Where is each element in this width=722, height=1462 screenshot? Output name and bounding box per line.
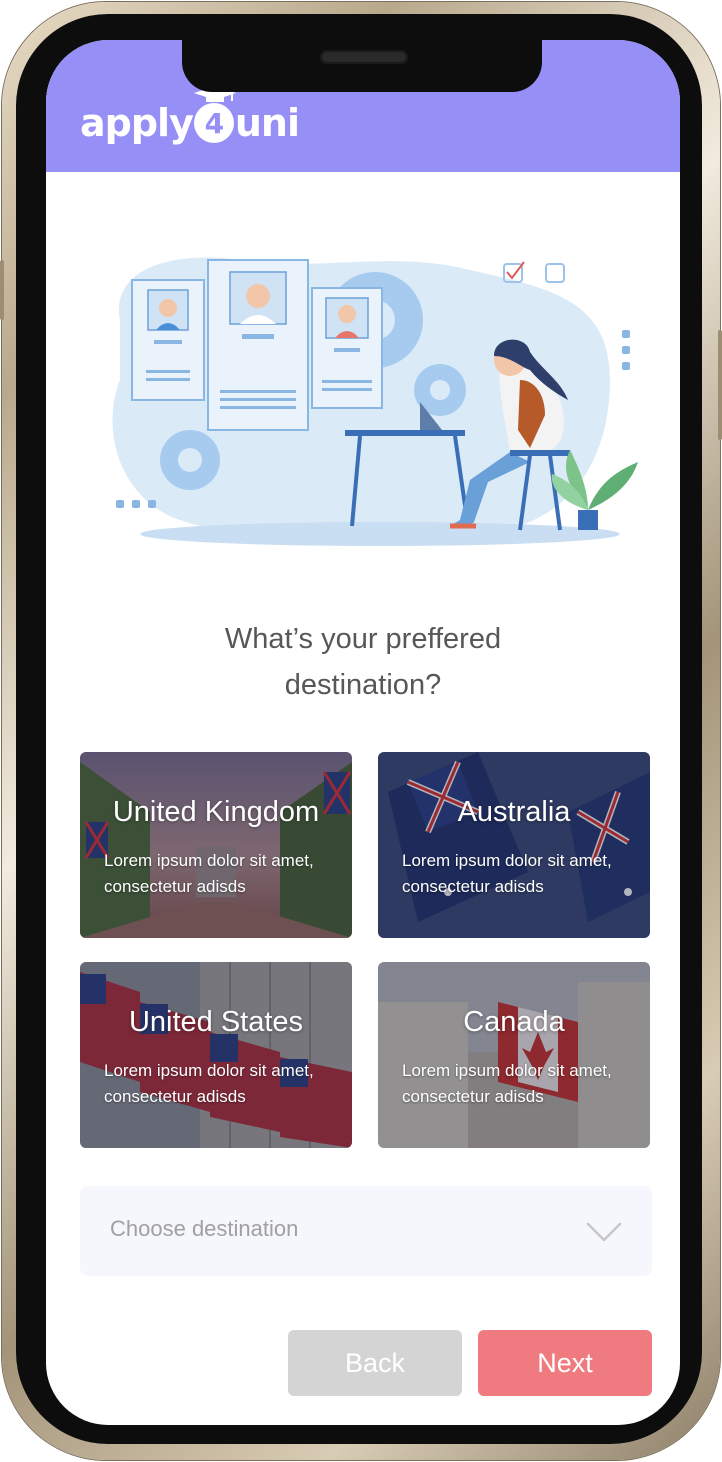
logo-text-apply: apply [80,101,194,145]
card-overlay [378,962,650,1148]
card-title: United States [128,1006,304,1038]
card-overlay [80,752,352,938]
destination-card-united-kingdom[interactable]: United Kingdom Lorem ipsum dolor sit ame… [80,752,352,938]
destination-card-canada[interactable]: Canada Lorem ipsum dolor sit amet, conse… [378,962,650,1148]
card-description: Lorem ipsum dolor sit amet, consectetur … [104,1061,314,1106]
card-title: Australia [457,796,571,828]
card-description: Lorem ipsum dolor sit amet, consectetur … [402,1061,612,1106]
back-button[interactable]: Back [288,1330,462,1396]
chevron-down-icon [586,1222,622,1242]
question-line-1: What’s your preffered [224,623,502,655]
phone-side-button [0,260,4,320]
question-line-2: destination? [284,669,442,701]
logo-text-uni: uni [234,101,300,145]
phone-speaker [320,50,408,64]
recruitment-illustration [112,257,638,546]
app-screen: apply 4 uni What’s your preffered destin… [46,40,680,1425]
card-description: Lorem ipsum dolor sit amet, consectetur … [402,851,612,896]
destination-select-placeholder: Choose destination [110,1216,299,1241]
logo-four-badge: 4 [193,86,236,143]
phone-notch [182,40,542,92]
destination-card-australia[interactable]: Australia Lorem ipsum dolor sit amet, co… [378,752,650,938]
logo-digit: 4 [204,106,225,140]
card-overlay [80,962,352,1148]
phone-side-button [718,330,722,440]
card-title: Canada [463,1006,565,1038]
apply4uni-logo[interactable]: apply 4 uni [80,86,300,148]
destination-select[interactable]: Choose destination [80,1186,652,1276]
destination-question: What’s your preffered destination? [46,616,680,708]
card-overlay [378,752,650,938]
card-description: Lorem ipsum dolor sit amet, consectetur … [104,851,314,896]
next-button[interactable]: Next [478,1330,652,1396]
destination-card-united-states[interactable]: United States Lorem ipsum dolor sit amet… [80,962,352,1148]
card-title: United Kingdom [112,796,320,828]
